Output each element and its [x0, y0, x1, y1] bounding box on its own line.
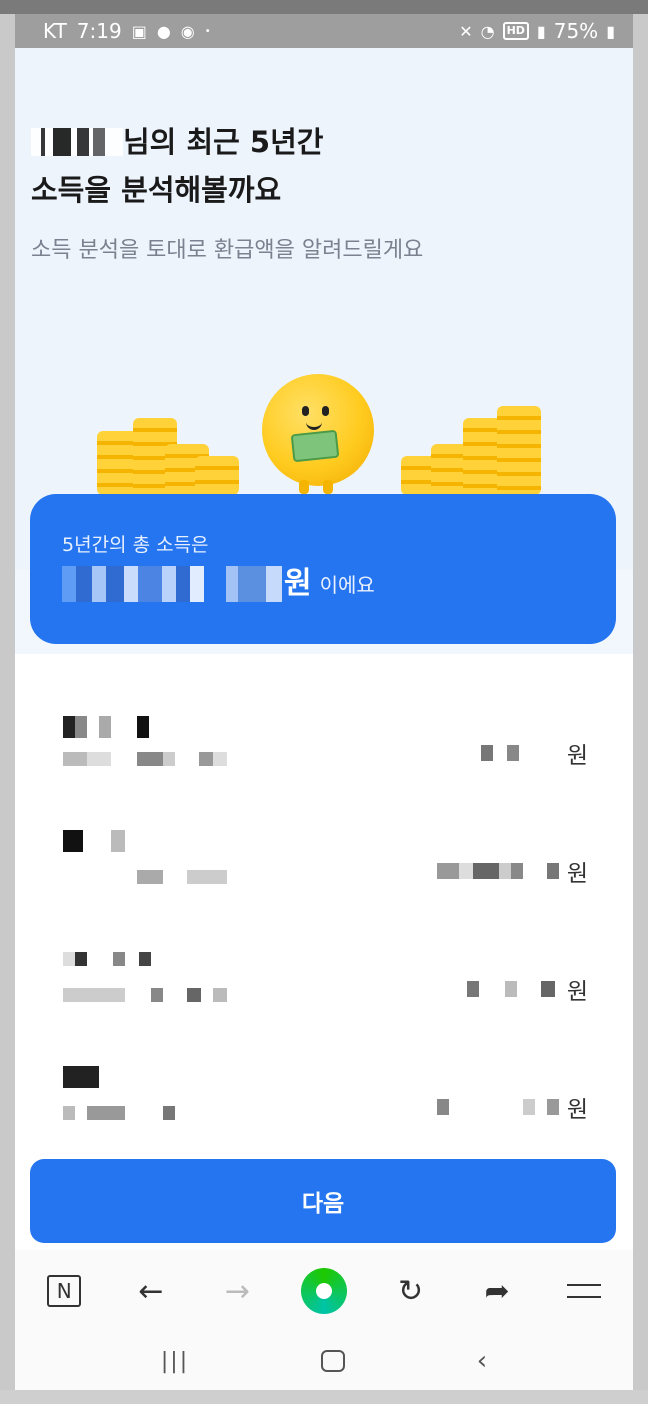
mascot-legs [293, 480, 343, 494]
total-income-amount: 원 이에요 [62, 558, 375, 602]
carrier-label: KT [43, 19, 67, 43]
item-title-redacted [63, 830, 159, 852]
total-income-label: 5년간의 총 소득은 [62, 534, 209, 556]
back-icon[interactable]: ‹ [477, 1346, 487, 1376]
item-amount: 원 [436, 854, 588, 888]
mute-icon: ✕ [459, 21, 473, 41]
battery-icon: ▮ [606, 21, 615, 41]
green-home-button[interactable] [296, 1263, 352, 1319]
status-bar: KT 7:19 ▣ ● ◉ • ✕ ◔ HD ▮ 75% ▮ [15, 14, 633, 48]
item-subtitle-redacted [63, 752, 227, 766]
page-subtitle: 소득 분석을 토대로 환급액을 알려드릴게요 [31, 238, 424, 263]
item-title-redacted [63, 1066, 159, 1088]
amount-unit: 원 [566, 743, 588, 769]
back-arrow-icon: ← [138, 1273, 164, 1309]
battery-percent: 75% [553, 19, 599, 43]
home-icon[interactable] [320, 1350, 345, 1372]
forward-button[interactable]: → [209, 1263, 265, 1319]
naver-home-button[interactable]: N [36, 1263, 92, 1319]
money-icon [290, 429, 340, 463]
share-icon: ➦ [484, 1273, 510, 1309]
next-button[interactable]: 다음 [30, 1159, 616, 1243]
recent-apps-icon[interactable]: ||| [161, 1349, 189, 1374]
amount-redacted [436, 745, 565, 761]
menu-button[interactable] [556, 1263, 612, 1319]
menu-icon [566, 1284, 601, 1298]
forward-arrow-icon: → [224, 1273, 250, 1309]
browser-toolbar: N ← → ↻ ➦ [15, 1250, 633, 1332]
item-amount: 원 [436, 1090, 588, 1124]
coin-stack [497, 406, 541, 495]
amount-redacted [62, 566, 282, 602]
amount-redacted [436, 981, 565, 997]
total-income-card: 5년간의 총 소득은 원 이에요 [30, 494, 616, 644]
refresh-button[interactable]: ↻ [383, 1263, 439, 1319]
hd-voice-icon: HD [502, 22, 529, 40]
item-title-redacted [63, 952, 159, 966]
amount-redacted [436, 1099, 565, 1115]
title-line-1: 님의 최근 5년간 [123, 125, 324, 159]
dot-icon: • [204, 25, 211, 37]
system-nav-bar: ||| ‹ [15, 1332, 633, 1390]
amount-unit: 원 [284, 566, 312, 601]
clock: 7:19 [76, 19, 122, 43]
device-frame-bottom [0, 1390, 648, 1404]
kakaotalk-icon: ● [156, 21, 171, 41]
green-home-icon [300, 1268, 347, 1314]
list-item[interactable]: 원 [15, 942, 633, 1058]
coin-mascot [262, 374, 374, 486]
amount-unit: 원 [566, 979, 588, 1005]
naver-n-icon: N [47, 1275, 82, 1307]
item-title-redacted [63, 716, 159, 738]
device-frame-top [0, 0, 648, 14]
gallery-icon: ▣ [131, 21, 147, 41]
amount-redacted [436, 863, 565, 879]
signal-icon: ▮ [536, 21, 546, 41]
share-button[interactable]: ➦ [469, 1263, 525, 1319]
item-amount: 원 [436, 736, 588, 770]
item-subtitle-redacted [63, 870, 227, 884]
amount-unit: 원 [566, 861, 588, 887]
item-amount: 원 [436, 972, 588, 1006]
amount-unit: 원 [566, 1097, 588, 1123]
device-frame-right [633, 14, 648, 1404]
user-name-redacted [31, 128, 123, 156]
amount-suffix: 이에요 [319, 573, 375, 597]
page-title: 님의 최근 5년간 소득을 분석해볼까요 [31, 118, 323, 214]
device-frame-left [0, 14, 15, 1404]
coin-stack [195, 456, 239, 495]
phone-screen: KT 7:19 ▣ ● ◉ • ✕ ◔ HD ▮ 75% ▮ 님의 최근 5년간… [15, 14, 633, 1390]
item-subtitle-redacted [63, 988, 227, 1002]
title-line-2: 소득을 분석해볼까요 [31, 173, 282, 207]
list-item[interactable]: 원 [15, 824, 633, 940]
list-item[interactable]: 원 [15, 706, 633, 822]
wifi-icon: ◔ [480, 21, 495, 41]
refresh-icon: ↻ [397, 1273, 424, 1309]
item-subtitle-redacted [63, 1106, 227, 1120]
back-button[interactable]: ← [123, 1263, 179, 1319]
message-icon: ◉ [180, 21, 195, 41]
